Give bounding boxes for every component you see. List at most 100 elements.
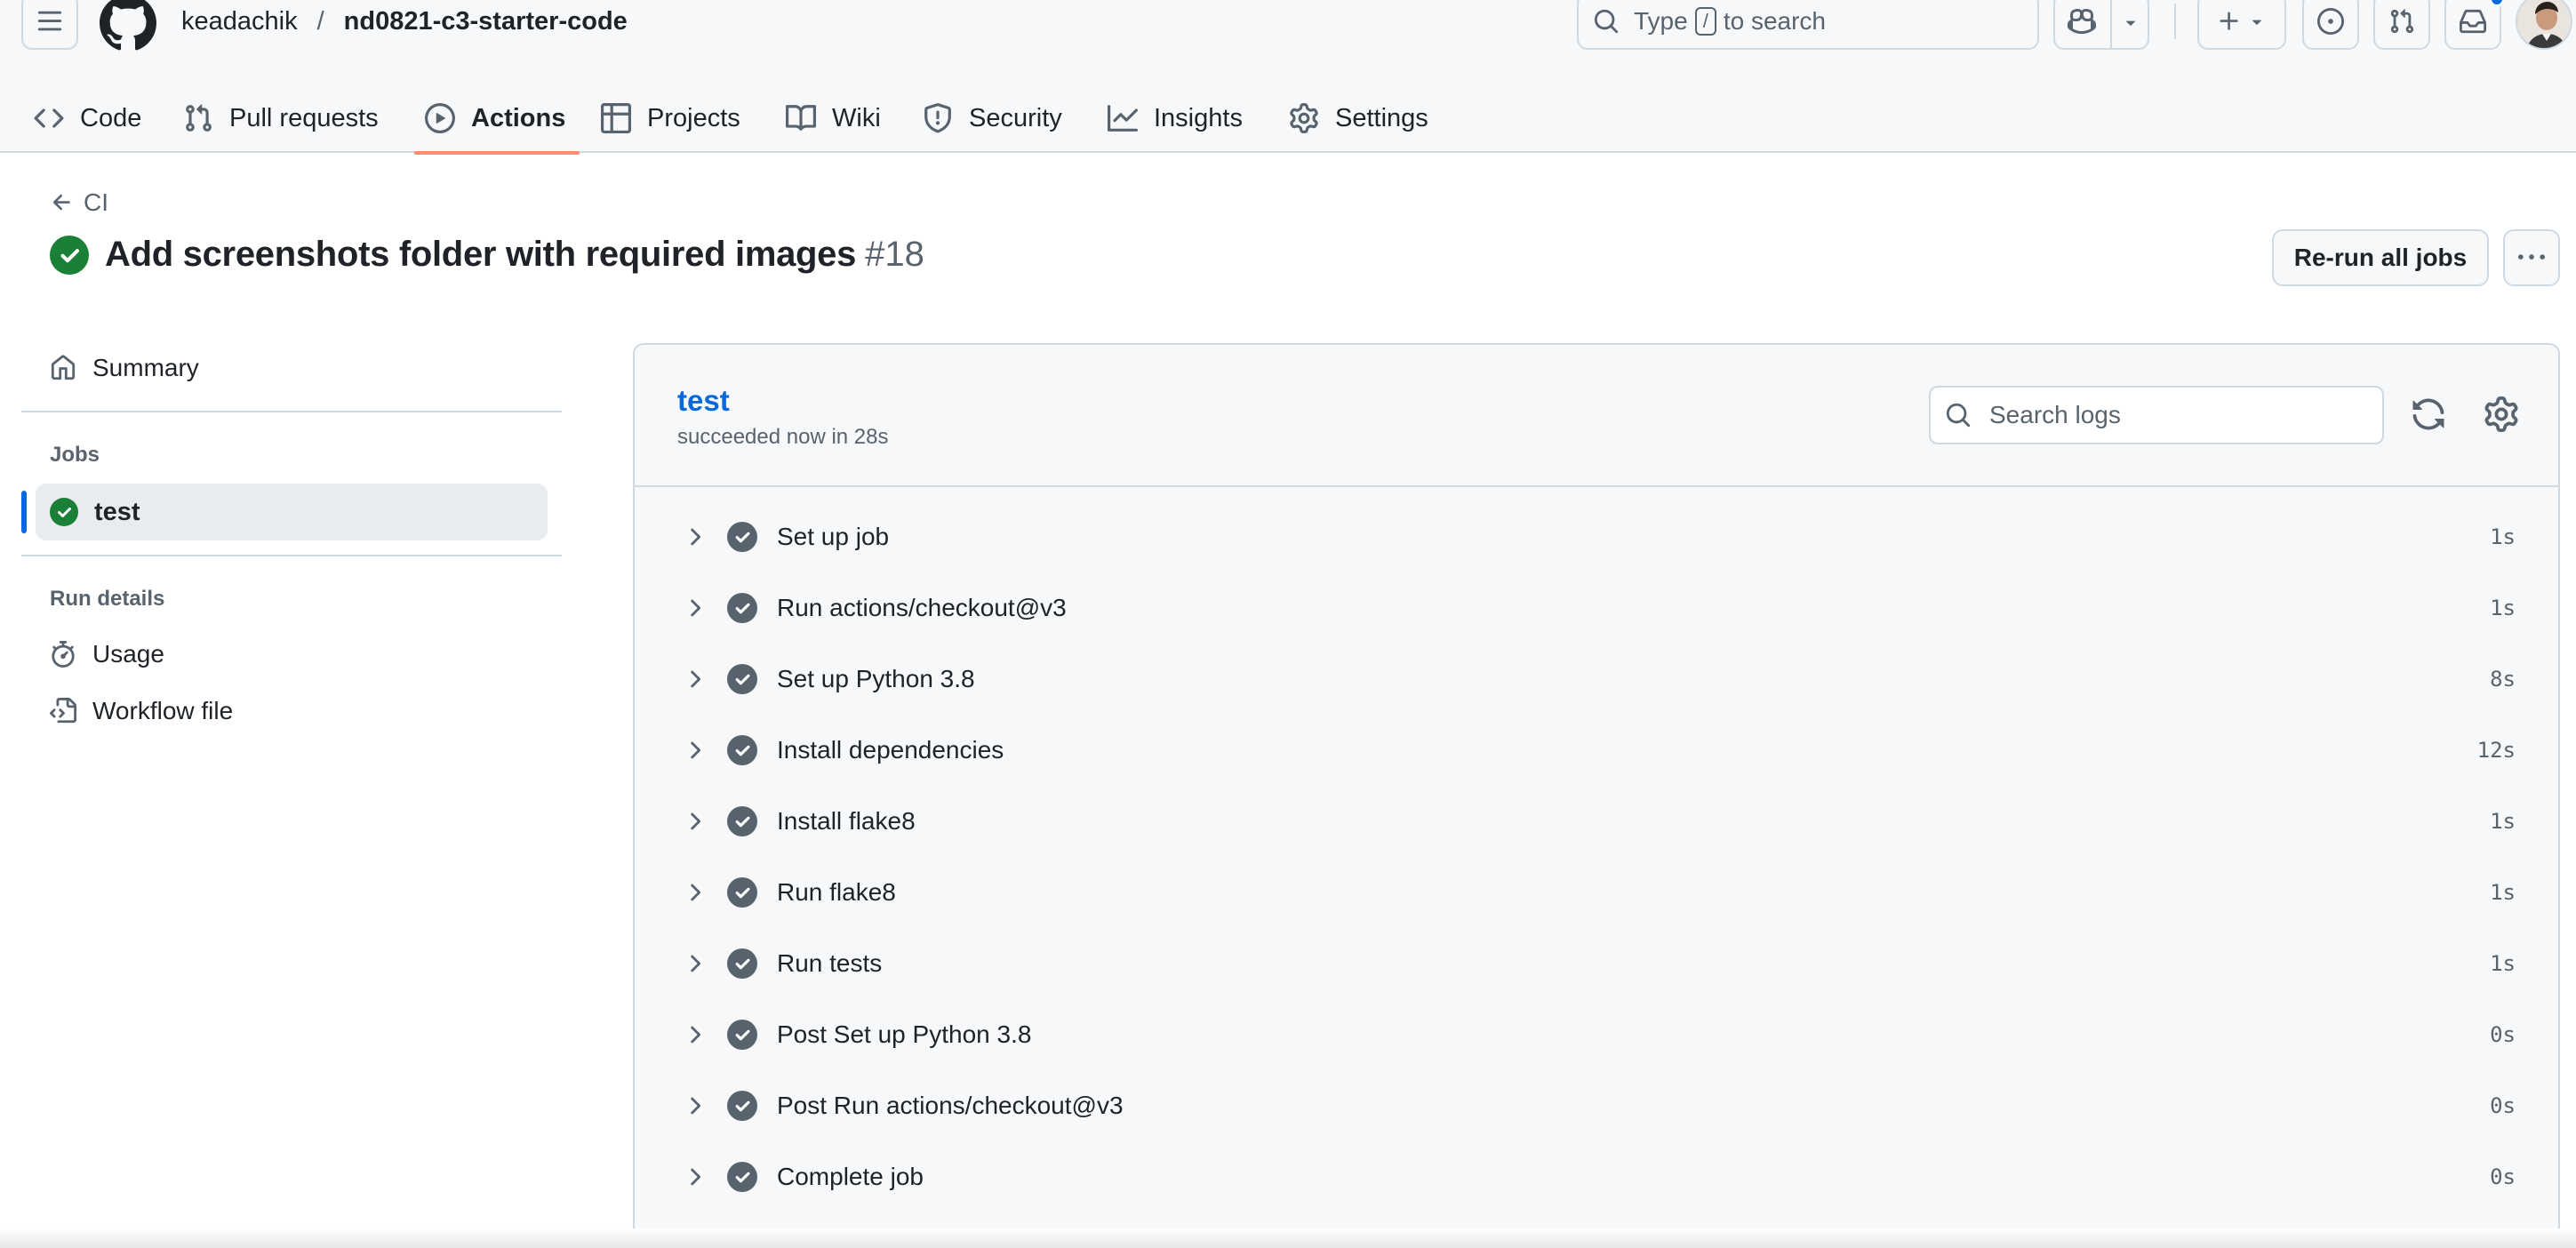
chevron-down-icon[interactable] <box>2121 12 2140 32</box>
plus-icon <box>2220 12 2238 30</box>
issues-button[interactable] <box>2302 0 2359 50</box>
chevron-down-icon <box>2252 20 2262 25</box>
global-search-input[interactable]: Type / to search <box>1577 0 2039 50</box>
pull-requests-button[interactable] <box>2373 0 2430 50</box>
check-circle-fill-icon <box>727 1162 757 1192</box>
window-bottom-edge <box>0 1228 2576 1248</box>
step-row[interactable]: Install dependencies 12s <box>635 724 2558 777</box>
step-row[interactable]: Post Run actions/checkout@v3 0s <box>635 1079 2558 1132</box>
search-logs-input[interactable]: Search logs <box>1929 386 2384 444</box>
chevron-right-icon[interactable] <box>681 1092 708 1119</box>
step-name: Set up Python 3.8 <box>777 665 975 692</box>
menu-button[interactable] <box>21 0 78 50</box>
user-avatar[interactable] <box>2516 0 2572 50</box>
table-icon <box>601 103 631 133</box>
step-name: Install flake8 <box>777 807 916 835</box>
chevron-right-icon[interactable] <box>681 666 708 692</box>
tab-settings[interactable]: Settings <box>1289 84 1428 153</box>
file-code-icon <box>50 698 76 724</box>
more-options-button[interactable] <box>2503 229 2560 286</box>
job-log-panel: test succeeded now in 28s Search logs Se… <box>633 343 2560 1241</box>
tab-label: Security <box>969 103 1062 132</box>
arrow-left-icon <box>52 194 70 211</box>
step-duration: 0s <box>2490 1093 2516 1118</box>
step-duration: 12s <box>2476 738 2516 763</box>
avatar-icon <box>2517 0 2571 48</box>
check-circle-fill-icon <box>727 735 757 765</box>
github-logo-icon[interactable] <box>100 0 156 52</box>
tab-wiki[interactable]: Wiki <box>786 84 881 153</box>
step-duration: 1s <box>2490 809 2516 834</box>
tab-pull-requests[interactable]: Pull requests <box>183 84 379 153</box>
rerun-all-jobs-button[interactable]: Re-run all jobs <box>2272 229 2489 286</box>
search-icon <box>1594 9 1619 34</box>
chevron-right-icon[interactable] <box>681 950 708 977</box>
inbox-button[interactable] <box>2444 0 2505 50</box>
tab-security[interactable]: Security <box>923 84 1062 153</box>
check-circle-fill-icon <box>727 877 757 908</box>
repo-name-link[interactable]: nd0821-c3-starter-code <box>344 7 628 36</box>
gear-icon <box>1290 103 1318 133</box>
workflow-name: CI <box>84 188 108 216</box>
step-duration: 8s <box>2490 667 2516 692</box>
sidebar-item-label: Summary <box>92 354 199 381</box>
repo-owner-link[interactable]: keadachik <box>181 7 298 36</box>
tab-code[interactable]: Code <box>34 84 141 153</box>
back-to-workflow-link[interactable]: CI <box>50 188 108 217</box>
step-duration: 1s <box>2490 524 2516 549</box>
step-row[interactable]: Run flake8 1s <box>635 866 2558 919</box>
sync-icon[interactable] <box>2411 396 2446 432</box>
chevron-right-icon[interactable] <box>681 879 708 906</box>
create-new-button[interactable] <box>2197 0 2286 50</box>
chevron-right-icon[interactable] <box>681 1021 708 1048</box>
step-row[interactable]: Post Set up Python 3.8 0s <box>635 1008 2558 1061</box>
sidebar-item-usage[interactable]: Usage <box>50 640 164 668</box>
step-name: Run flake8 <box>777 878 896 906</box>
search-hint-suffix: to search <box>1723 7 1826 35</box>
step-name: Run actions/checkout@v3 <box>777 594 1067 621</box>
step-row[interactable]: Set up job 1s <box>635 510 2558 564</box>
step-duration: 0s <box>2490 1164 2516 1189</box>
check-circle-fill-icon <box>50 498 78 526</box>
chevron-right-icon[interactable] <box>681 595 708 621</box>
check-circle-fill-icon <box>50 235 89 275</box>
run-header: Add screenshots folder with required ima… <box>50 235 924 275</box>
chevron-right-icon[interactable] <box>681 737 708 764</box>
chevron-right-icon[interactable] <box>681 808 708 835</box>
copilot-icon <box>2068 8 2096 35</box>
step-row[interactable]: Complete job 0s <box>635 1150 2558 1204</box>
stopwatch-icon <box>52 641 75 668</box>
gear-icon[interactable] <box>2484 396 2519 432</box>
step-name: Complete job <box>777 1163 924 1190</box>
step-row[interactable]: Install flake8 1s <box>635 795 2558 848</box>
step-duration: 1s <box>2490 951 2516 976</box>
git-pull-request-icon <box>2390 9 2414 34</box>
copilot-button[interactable] <box>2053 0 2149 50</box>
tab-projects[interactable]: Projects <box>601 84 740 153</box>
tab-label: Wiki <box>832 103 881 132</box>
step-name: Set up job <box>777 523 890 550</box>
tab-label: Actions <box>471 103 566 132</box>
sidebar-item-label: Workflow file <box>92 697 234 724</box>
notification-indicator <box>2489 0 2505 7</box>
tab-insights[interactable]: Insights <box>1108 84 1243 153</box>
sidebar-item-summary[interactable]: Summary <box>50 354 199 382</box>
step-row[interactable]: Run tests 1s <box>635 937 2558 990</box>
book-icon <box>786 105 816 131</box>
step-name: Install dependencies <box>777 736 1004 764</box>
sidebar-item-workflow-file[interactable]: Workflow file <box>50 697 233 725</box>
step-row[interactable]: Set up Python 3.8 8s <box>635 652 2558 706</box>
check-circle-fill-icon <box>727 522 757 552</box>
selected-job-indicator <box>21 491 27 533</box>
tab-actions[interactable]: Actions <box>413 84 580 155</box>
breadcrumb-separator: / <box>316 7 324 36</box>
search-logs-placeholder: Search logs <box>1989 401 2121 428</box>
chevron-right-icon[interactable] <box>681 1164 708 1190</box>
search-icon <box>1946 403 1971 428</box>
job-name-link[interactable]: test <box>677 384 730 418</box>
chevron-right-icon[interactable] <box>681 524 708 550</box>
repo-breadcrumb: keadachik / nd0821-c3-starter-code <box>181 7 628 36</box>
sidebar-item-job-test[interactable]: test <box>36 484 548 540</box>
step-row[interactable]: Run actions/checkout@v3 1s <box>635 581 2558 635</box>
code-icon <box>34 108 64 128</box>
